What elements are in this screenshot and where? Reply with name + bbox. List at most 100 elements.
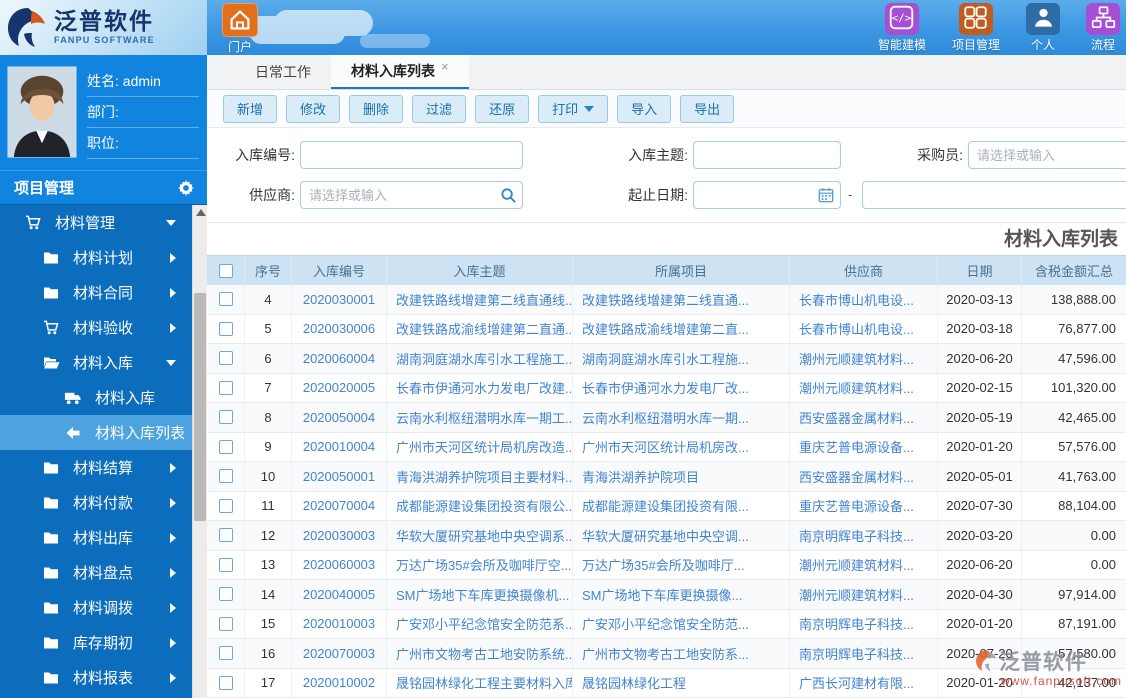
cell-topic-link[interactable]: 成都能源建设集团投资有限公... <box>387 491 573 520</box>
cell-topic-link[interactable]: 华软大厦研究基地中央空调系... <box>387 521 573 550</box>
row-checkbox[interactable] <box>218 616 233 631</box>
cell-supplier-link[interactable]: 重庆艺普电源设备... <box>790 491 938 520</box>
cell-project-link[interactable]: 广州市文物考古工地安防系... <box>573 639 790 668</box>
sidebar-item-initial-stock[interactable]: 库存期初 <box>0 625 192 660</box>
supplier-input[interactable] <box>300 181 523 209</box>
cell-project-link[interactable]: 广州市天河区统计局机房改... <box>573 432 790 461</box>
row-checkbox[interactable] <box>218 498 233 513</box>
sidebar-item-material-outbound[interactable]: 材料出库 <box>0 520 192 555</box>
cell-topic-link[interactable]: 云南水利枢纽潜明水库一期工... <box>387 403 573 432</box>
tab-daily-work[interactable]: 日常工作 <box>235 55 331 89</box>
sidebar-item-material-inventory[interactable]: 材料盘点 <box>0 555 192 590</box>
sidebar-item-material-acceptance[interactable]: 材料验收 <box>0 310 192 345</box>
cell-code-link[interactable]: 2020070003 <box>292 639 387 668</box>
sidebar-item-material-payment[interactable]: 材料付款 <box>0 485 192 520</box>
row-checkbox[interactable] <box>218 557 233 572</box>
nav-project-management[interactable]: 项目管理 <box>952 3 1000 53</box>
date-to-input[interactable] <box>862 181 1126 209</box>
cell-topic-link[interactable]: SM广场地下车库更换摄像机... <box>387 580 573 609</box>
print-button[interactable]: 打印 <box>538 94 609 123</box>
cell-project-link[interactable]: 青海洪湖养护院项目 <box>573 462 790 491</box>
cell-topic-link[interactable]: 青海洪湖养护院项目主要材料... <box>387 462 573 491</box>
cell-code-link[interactable]: 2020020005 <box>292 373 387 402</box>
cell-project-link[interactable]: 晟铭园林绿化工程 <box>573 668 790 697</box>
delete-button[interactable]: 删除 <box>349 94 404 123</box>
row-checkbox[interactable] <box>218 469 233 484</box>
sidebar-item-material-management[interactable]: 材料管理 <box>0 205 192 240</box>
cell-project-link[interactable]: 湖南洞庭湖水库引水工程施... <box>573 344 790 373</box>
cell-supplier-link[interactable]: 潮州元顺建筑材料... <box>790 344 938 373</box>
cell-supplier-link[interactable]: 潮州元顺建筑材料... <box>790 373 938 402</box>
cell-topic-link[interactable]: 晟铭园林绿化工程主要材料入库 <box>387 668 573 697</box>
search-icon[interactable] <box>500 187 517 204</box>
cell-code-link[interactable]: 2020060004 <box>292 344 387 373</box>
sidebar-item-material-storage[interactable]: 材料入库 <box>0 345 192 380</box>
cell-code-link[interactable]: 2020040005 <box>292 580 387 609</box>
cell-topic-link[interactable]: 改建铁路成渝线增建第二直通... <box>387 314 573 343</box>
gear-icon[interactable] <box>177 179 195 197</box>
cell-project-link[interactable]: 广安邓小平纪念馆安全防范... <box>573 609 790 638</box>
cell-project-link[interactable]: 改建铁路成渝线增建第二直... <box>573 314 790 343</box>
cell-project-link[interactable]: 华软大厦研究基地中央空调... <box>573 521 790 550</box>
cell-topic-link[interactable]: 广州市天河区统计局机房改造... <box>387 432 573 461</box>
export-button[interactable]: 导出 <box>680 94 735 123</box>
cell-supplier-link[interactable]: 长春市博山机电设... <box>790 285 938 314</box>
cell-supplier-link[interactable]: 广西长河建材有限... <box>790 668 938 697</box>
sidebar-item-material-storage-entry[interactable]: 材料入库 <box>0 380 192 415</box>
nav-workflow[interactable]: 流程 <box>1086 3 1120 53</box>
cell-code-link[interactable]: 2020070004 <box>292 491 387 520</box>
tab-material-storage-list[interactable]: 材料入库列表 × <box>331 55 469 89</box>
calendar-icon[interactable] <box>818 187 834 203</box>
sidebar-scrollbar[interactable] <box>192 205 207 698</box>
restore-button[interactable]: 还原 <box>475 94 530 123</box>
row-checkbox[interactable] <box>218 528 233 543</box>
nav-smart-modeling[interactable]: </> 智能建模 <box>878 3 926 53</box>
cell-supplier-link[interactable]: 南京明辉电子科技... <box>790 609 938 638</box>
cell-supplier-link[interactable]: 长春市博山机电设... <box>790 314 938 343</box>
cell-supplier-link[interactable]: 西安盛器金属材料... <box>790 403 938 432</box>
cell-project-link[interactable]: 长春市伊通河水力发电厂改... <box>573 373 790 402</box>
cell-supplier-link[interactable]: 西安盛器金属材料... <box>790 462 938 491</box>
sidebar-item-material-report[interactable]: 材料报表 <box>0 660 192 695</box>
sidebar-item-material-settlement[interactable]: 材料结算 <box>0 450 192 485</box>
row-checkbox[interactable] <box>218 321 233 336</box>
sidebar-item-material-storage-list[interactable]: 材料入库列表 <box>0 415 192 450</box>
cell-supplier-link[interactable]: 重庆艺普电源设备... <box>790 432 938 461</box>
row-checkbox[interactable] <box>218 292 233 307</box>
cell-project-link[interactable]: 万达广场35#会所及咖啡厅... <box>573 550 790 579</box>
cell-topic-link[interactable]: 广州市文物考古工地安防系统... <box>387 639 573 668</box>
sidebar-item-material-transfer[interactable]: 材料调拨 <box>0 590 192 625</box>
cell-supplier-link[interactable]: 潮州元顺建筑材料... <box>790 550 938 579</box>
cell-code-link[interactable]: 2020060003 <box>292 550 387 579</box>
row-checkbox[interactable] <box>218 587 233 602</box>
cell-code-link[interactable]: 2020010004 <box>292 432 387 461</box>
buyer-input[interactable] <box>968 141 1126 169</box>
nav-personal[interactable]: 个人 <box>1026 3 1060 53</box>
cell-code-link[interactable]: 2020010002 <box>292 668 387 697</box>
cell-project-link[interactable]: 云南水利枢纽潜明水库一期... <box>573 403 790 432</box>
filter-button[interactable]: 过滤 <box>412 94 467 123</box>
portal-button[interactable]: 门户 <box>218 3 262 55</box>
cell-project-link[interactable]: SM广场地下车库更换摄像... <box>573 580 790 609</box>
row-checkbox[interactable] <box>218 380 233 395</box>
row-checkbox[interactable] <box>218 410 233 425</box>
cell-topic-link[interactable]: 万达广场35#会所及咖啡厅空... <box>387 550 573 579</box>
row-checkbox[interactable] <box>218 439 233 454</box>
cell-topic-link[interactable]: 广安邓小平纪念馆安全防范系... <box>387 609 573 638</box>
cell-topic-link[interactable]: 改建铁路线增建第二线直通线... <box>387 285 573 314</box>
sidebar-item-material-plan[interactable]: 材料计划 <box>0 240 192 275</box>
row-checkbox[interactable] <box>218 351 233 366</box>
cell-supplier-link[interactable]: 南京明辉电子科技... <box>790 639 938 668</box>
scroll-up-icon[interactable] <box>196 209 206 216</box>
cell-code-link[interactable]: 2020030001 <box>292 285 387 314</box>
cell-code-link[interactable]: 2020050001 <box>292 462 387 491</box>
add-button[interactable]: 新增 <box>223 94 278 123</box>
sidebar-item-material-contract[interactable]: 材料合同 <box>0 275 192 310</box>
storage-code-input[interactable] <box>300 141 523 169</box>
edit-button[interactable]: 修改 <box>286 94 341 123</box>
cell-topic-link[interactable]: 长春市伊通河水力发电厂改建... <box>387 373 573 402</box>
row-checkbox[interactable] <box>218 675 233 690</box>
cell-project-link[interactable]: 改建铁路线增建第二线直通... <box>573 285 790 314</box>
cell-code-link[interactable]: 2020030006 <box>292 314 387 343</box>
cell-code-link[interactable]: 2020030003 <box>292 521 387 550</box>
